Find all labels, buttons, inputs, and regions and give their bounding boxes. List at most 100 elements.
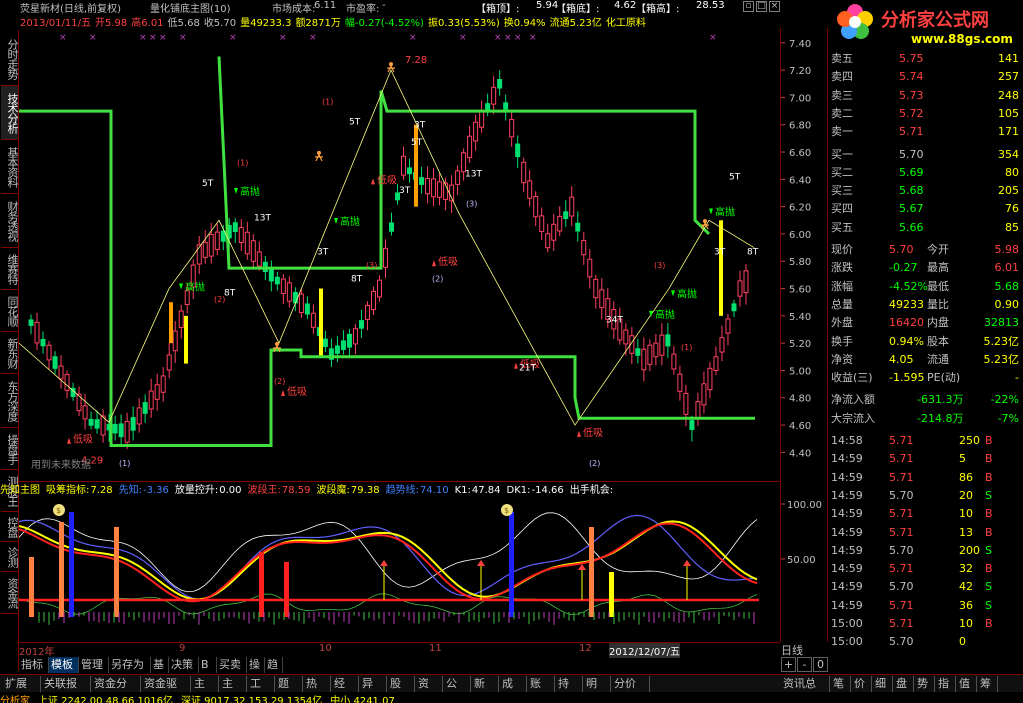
stat-label: 涨幅 bbox=[831, 279, 853, 293]
function-tab[interactable]: 资讯 bbox=[415, 676, 443, 703]
function-tab[interactable]: 关联报价 bbox=[41, 676, 91, 703]
period-label[interactable]: 日线 bbox=[781, 642, 803, 658]
stat-label: 量比 bbox=[927, 297, 949, 311]
flow-value: -214.8万 bbox=[917, 411, 964, 425]
candle bbox=[58, 355, 64, 389]
left-nav-tab[interactable]: 分时走势 bbox=[1, 32, 19, 86]
marker-x: × bbox=[494, 33, 502, 43]
indicator-tab[interactable]: 模板 bbox=[49, 657, 79, 673]
function-tab[interactable]: 新闻 bbox=[471, 676, 499, 703]
function-tab[interactable]: 股东 bbox=[387, 676, 415, 703]
function-tab[interactable]: 公告 bbox=[443, 676, 471, 703]
indicator-tab[interactable]: 基 bbox=[151, 657, 169, 673]
candle bbox=[533, 191, 539, 227]
function-tab[interactable]: 题材 bbox=[275, 676, 303, 703]
stat-value: 16420 bbox=[889, 316, 924, 330]
left-nav-tab[interactable]: 同花顺 bbox=[1, 290, 19, 332]
price-tick-label: 5.60 bbox=[789, 285, 811, 296]
main-kline-chart[interactable]: × × × × × × × × × × × × × × × ×低吸高抛高抛低吸高抛低吸低吸低吸低吸高抛高抛高抛… bbox=[19, 28, 780, 482]
marker-x: × bbox=[459, 33, 467, 43]
function-tab[interactable]: 主力 bbox=[191, 676, 219, 703]
flow-row: 净流入额 -631.3万 -22% bbox=[829, 391, 1023, 409]
quote-panel-tab[interactable]: 指 bbox=[935, 676, 956, 692]
left-nav-tab[interactable]: 技术分析 bbox=[1, 86, 19, 140]
candle bbox=[431, 168, 437, 207]
candle bbox=[401, 146, 407, 180]
candle bbox=[88, 411, 94, 430]
ind-tick-label: 100.00 bbox=[787, 500, 822, 511]
tick-volume: 10 bbox=[959, 507, 973, 521]
window-controls: ▫ □ × bbox=[743, 1, 780, 13]
function-tab[interactable]: 成交 bbox=[499, 676, 527, 703]
candle bbox=[340, 330, 346, 355]
bid-price: 5.67 bbox=[899, 202, 924, 216]
money-bag-icon: $ bbox=[53, 504, 65, 516]
candle bbox=[635, 338, 641, 364]
price-tick-label: 7.00 bbox=[789, 93, 811, 104]
ask-row: 卖五 5.75 141 bbox=[829, 50, 1023, 68]
wave-marker: (2) bbox=[432, 275, 443, 284]
quote-panel-tab[interactable]: 笔 bbox=[830, 676, 851, 692]
function-tab[interactable]: 异动 bbox=[359, 676, 387, 703]
function-tab[interactable]: 分价表 bbox=[611, 676, 650, 703]
quote-panel-tab[interactable]: 盘 bbox=[893, 676, 914, 692]
price-tick-label: 6.40 bbox=[789, 175, 811, 186]
trend-line bbox=[19, 514, 758, 600]
zoom-control-button[interactable]: + bbox=[781, 657, 796, 672]
marker-x: × bbox=[139, 33, 147, 43]
quote-panel-tab[interactable]: 势 bbox=[914, 676, 935, 692]
quote-panel-tab[interactable]: 细 bbox=[872, 676, 893, 692]
function-tab[interactable]: 热点 bbox=[303, 676, 331, 703]
flow-label: 净流入额 bbox=[831, 393, 875, 407]
quote-panel-tab[interactable]: 值 bbox=[956, 676, 977, 692]
function-tab[interactable]: 主题 bbox=[219, 676, 247, 703]
tick-time: 15:00 bbox=[831, 635, 863, 649]
left-nav-tab[interactable]: 诊测 bbox=[1, 542, 19, 572]
restore-icon[interactable]: ▫ bbox=[743, 1, 754, 12]
peak-price-label: 7.28 bbox=[405, 55, 427, 66]
ask-volume: 105 bbox=[998, 106, 1019, 120]
date-label: 9 bbox=[179, 643, 186, 654]
function-tab[interactable]: 资金驱动 bbox=[141, 676, 191, 703]
indicator-tab[interactable]: 决策 bbox=[169, 657, 199, 673]
stat-label: 流通 bbox=[927, 352, 949, 366]
left-nav-tab[interactable]: 新东财 bbox=[1, 332, 19, 374]
function-tab[interactable]: 经济 bbox=[331, 676, 359, 703]
stat-row: 总量 49233 量比 0.90 bbox=[829, 296, 1023, 314]
left-nav-tab[interactable]: 资金流 bbox=[1, 572, 19, 614]
function-tab[interactable]: 扩展区 bbox=[2, 676, 41, 703]
stat-row: 净资 4.05 流通 5.23亿 bbox=[829, 351, 1023, 369]
zoom-control-button[interactable]: - bbox=[797, 657, 812, 672]
quote-panel-tab[interactable]: 资讯总览 bbox=[780, 676, 830, 703]
indicator-chart[interactable]: $ $ bbox=[19, 482, 780, 642]
function-tab[interactable]: 资金分布 bbox=[91, 676, 141, 703]
left-nav-tab[interactable]: 操盘手 bbox=[1, 428, 19, 470]
bid-volume: 76 bbox=[1005, 202, 1019, 216]
quote-panel-tab[interactable]: 筹 bbox=[977, 676, 998, 692]
stat-value: 5.70 bbox=[889, 243, 914, 256]
indicator-tab[interactable]: 指标 bbox=[19, 657, 49, 673]
quote-panel-tab[interactable]: 价 bbox=[851, 676, 872, 692]
svg-text:低吸: 低吸 bbox=[377, 173, 397, 186]
left-nav-tab[interactable]: 基本资料 bbox=[1, 140, 19, 194]
function-tab[interactable]: 明细 bbox=[583, 676, 611, 703]
buy-signal: 低吸 bbox=[67, 433, 93, 446]
indicator-tab[interactable]: 操 bbox=[247, 657, 265, 673]
indicator-tab[interactable]: 另存为 bbox=[109, 657, 151, 673]
function-tab[interactable]: 账户 bbox=[527, 676, 555, 703]
indicator-tab[interactable]: 买卖 bbox=[217, 657, 247, 673]
left-nav-tab[interactable]: 控盘 bbox=[1, 512, 19, 542]
left-nav-tab[interactable]: 维赛特 bbox=[1, 248, 19, 290]
function-tab[interactable]: 工具 bbox=[247, 676, 275, 703]
candle bbox=[238, 219, 244, 251]
zoom-control-button[interactable]: 0 bbox=[813, 657, 828, 672]
function-tab[interactable]: 持仓 bbox=[555, 676, 583, 703]
indicator-title[interactable]: 量化铺底主图(10) bbox=[150, 0, 231, 15]
close-icon[interactable]: × bbox=[769, 1, 780, 12]
left-nav-tab[interactable]: 东方深度 bbox=[1, 374, 19, 428]
left-nav-tab[interactable]: 财务透视 bbox=[1, 194, 19, 248]
maximize-icon[interactable]: □ bbox=[756, 1, 767, 12]
indicator-tab[interactable]: B bbox=[199, 657, 217, 673]
indicator-tab[interactable]: 趋 bbox=[265, 657, 283, 673]
indicator-tab[interactable]: 管理 bbox=[79, 657, 109, 673]
